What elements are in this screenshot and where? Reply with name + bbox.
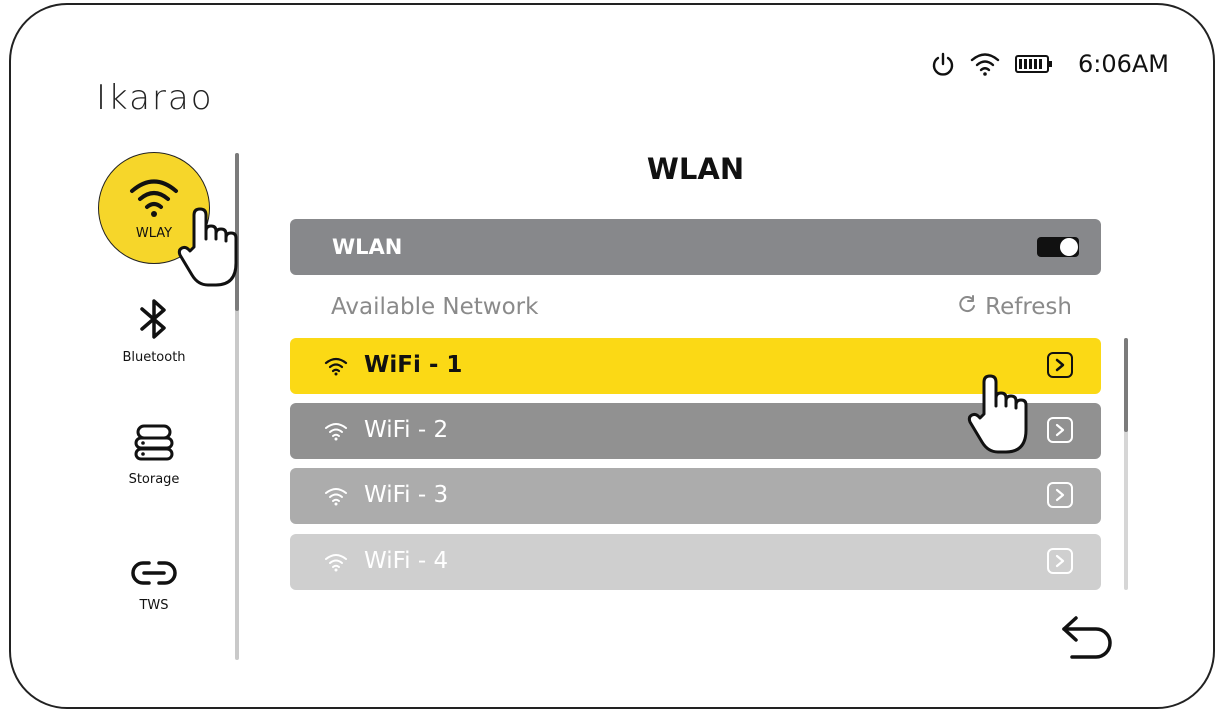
wlan-toggle-switch[interactable]: [1037, 237, 1079, 257]
sidebar-item-bluetooth[interactable]: Bluetooth: [104, 296, 204, 365]
battery-icon: [1014, 53, 1054, 75]
sidebar-item-label: Storage: [128, 472, 180, 487]
sidebar-item-tws[interactable]: TWS: [104, 556, 204, 613]
pointer-hand-icon: [176, 205, 246, 295]
clock: 6:06AM: [1077, 50, 1169, 78]
available-network-label: Available Network: [331, 294, 539, 320]
link-icon: [131, 556, 177, 594]
wlan-toggle-row[interactable]: WLAN: [290, 219, 1101, 275]
network-name: WiFi - 4: [364, 548, 449, 574]
wifi-icon: [970, 51, 1000, 77]
toggle-knob: [1060, 238, 1078, 256]
wifi-icon: [324, 552, 348, 576]
chevron-right-icon[interactable]: [1047, 482, 1073, 508]
brand-logo: Ikarao: [96, 78, 214, 118]
network-list-scrollbar[interactable]: [1124, 338, 1128, 590]
wifi-icon: [324, 486, 348, 510]
wifi-icon: [128, 176, 180, 222]
sidebar-item-label: Bluetooth: [122, 350, 186, 365]
chevron-right-icon[interactable]: [1047, 417, 1073, 443]
network-name: WiFi - 1: [364, 352, 463, 378]
network-list-scroll-thumb[interactable]: [1124, 338, 1128, 432]
back-arrow-icon: [1058, 616, 1118, 669]
pointer-hand-icon: [966, 372, 1036, 462]
network-name: WiFi - 3: [364, 482, 449, 508]
wifi-icon: [324, 356, 348, 380]
bluetooth-icon: [134, 296, 174, 346]
wifi-icon: [324, 421, 348, 445]
refresh-icon: [957, 294, 977, 320]
back-button[interactable]: [1058, 615, 1118, 669]
sidebar-item-label: WLAY: [135, 225, 173, 241]
wlan-toggle-label: WLAN: [332, 235, 403, 259]
power-icon: [930, 51, 956, 77]
refresh-label: Refresh: [985, 294, 1072, 320]
network-item-wifi-3[interactable]: WiFi - 3: [290, 468, 1101, 524]
refresh-button[interactable]: Refresh: [957, 294, 1072, 320]
storage-icon: [132, 420, 176, 468]
sidebar-item-label: TWS: [139, 598, 169, 613]
network-item-wifi-4[interactable]: WiFi - 4: [290, 534, 1101, 590]
network-name: WiFi - 2: [364, 417, 449, 443]
chevron-right-icon[interactable]: [1047, 352, 1073, 378]
sidebar-item-storage[interactable]: Storage: [104, 420, 204, 487]
status-bar: 6:06AM: [930, 50, 1169, 78]
page-title: WLAN: [646, 152, 745, 186]
chevron-right-icon[interactable]: [1047, 548, 1073, 574]
